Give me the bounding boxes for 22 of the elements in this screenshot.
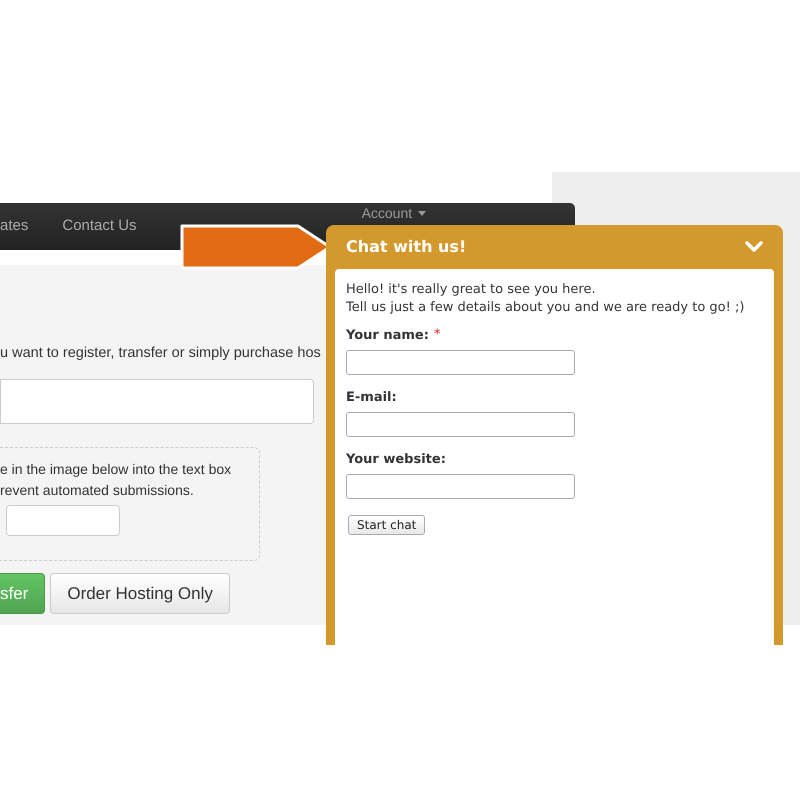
field-label: Your name:	[346, 327, 429, 345]
captcha-text: e in the image below into the text box	[0, 460, 232, 479]
text-field[interactable]	[346, 412, 575, 437]
captcha-text: revent automated submissions.	[0, 481, 195, 500]
nav-link[interactable]: Contact Us	[62, 215, 171, 238]
nav-link[interactable]: ates	[0, 215, 62, 238]
greeting-text: Hello! it's really great to see you here.	[346, 281, 597, 299]
chevron-down-icon[interactable]	[745, 241, 763, 253]
chat-title: Chat with us!	[346, 236, 466, 258]
domain-field[interactable]	[0, 379, 314, 424]
account-menu[interactable]: Account	[362, 205, 426, 221]
order-hosting-button[interactable]: Order Hosting Only	[50, 573, 230, 614]
text-field[interactable]	[346, 350, 575, 375]
captcha-field[interactable]	[6, 505, 120, 536]
field-label: E-mail:	[346, 389, 397, 407]
intro-text: u want to register, transfer or simply purchase hos	[0, 344, 321, 363]
field-label: Your website:	[346, 451, 446, 469]
text-field[interactable]	[346, 474, 575, 499]
start-chat-button[interactable]: Start chat	[348, 515, 426, 535]
required-mark: *	[434, 327, 440, 343]
caret-icon	[418, 210, 426, 216]
greeting-text: Tell us just a few details about you and we are ready to go! ;)	[346, 299, 746, 317]
